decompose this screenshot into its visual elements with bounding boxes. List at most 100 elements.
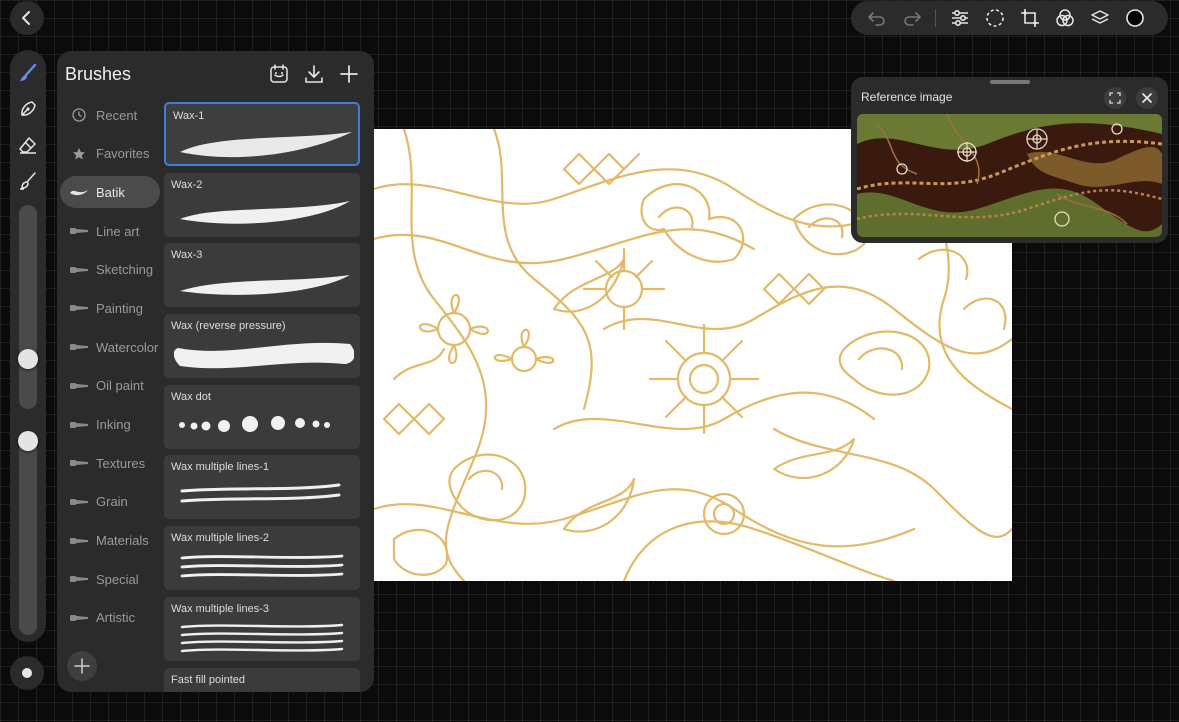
blend-circles-icon	[1055, 9, 1074, 27]
category-label: Sketching	[96, 262, 154, 278]
category-batik[interactable]: Batik	[60, 176, 160, 209]
expand-reference-button[interactable]	[1104, 87, 1126, 109]
category-oil-paint[interactable]: Oil paint	[60, 370, 160, 402]
brush-stroke-preview	[179, 415, 330, 432]
category-label: Batik	[96, 184, 125, 200]
category-label: Textures	[96, 455, 146, 471]
fill-brush-tool[interactable]	[14, 167, 42, 195]
lasso-select-icon	[985, 9, 1004, 27]
category-watercolor[interactable]: Watercolor	[60, 331, 160, 363]
category-label: Painting	[96, 300, 143, 316]
category-label: Materials	[96, 533, 149, 549]
redo-button[interactable]	[894, 1, 929, 35]
sliders-icon	[951, 9, 968, 27]
category-label: Special	[96, 571, 139, 587]
plus-icon	[339, 65, 358, 83]
category-label: Watercolor	[96, 339, 159, 355]
brush-item[interactable]: Wax multiple lines-2	[164, 526, 360, 591]
category-label: Artistic	[96, 610, 135, 626]
brush-size-slider[interactable]	[19, 205, 37, 409]
crop-transform-icon	[1020, 9, 1039, 27]
close-reference-button[interactable]	[1136, 87, 1158, 109]
category-label: Line art	[96, 223, 140, 239]
brush-name: Wax multiple lines-2	[171, 532, 270, 545]
reference-image[interactable]	[857, 114, 1162, 237]
paint-brush-icon	[68, 301, 90, 315]
brush-stroke-preview	[180, 200, 350, 224]
brush-name: Wax dot	[171, 390, 211, 403]
brushes-panel: Brushes Recent Favorites Batik Line art Sket…	[57, 51, 374, 692]
brush-stroke-preview	[180, 483, 341, 503]
import-brush-button[interactable]	[296, 61, 331, 87]
oil-brush-icon	[68, 379, 90, 393]
paintbrush-icon	[20, 172, 36, 190]
category-favorites[interactable]: Favorites	[60, 138, 160, 170]
brush-item[interactable]: Wax (reverse pressure)	[164, 314, 360, 379]
eyedropper-button[interactable]	[10, 656, 44, 690]
panel-actions	[261, 61, 366, 87]
brush-stroke-preview	[180, 554, 344, 578]
texture-brush-icon	[68, 456, 90, 470]
material-brush-icon	[68, 534, 90, 548]
eraser-icon	[19, 137, 36, 154]
brush-item[interactable]: Wax-1	[164, 102, 360, 166]
category-line-art[interactable]: Line art	[60, 215, 160, 247]
toolbar-divider	[935, 9, 936, 27]
blend-button[interactable]	[1047, 1, 1082, 35]
category-painting[interactable]: Painting	[60, 292, 160, 324]
category-sketching[interactable]: Sketching	[60, 254, 160, 286]
reference-title: Reference image	[861, 90, 953, 104]
selection-button[interactable]	[977, 1, 1012, 35]
brush-item[interactable]: Wax multiple lines-1	[164, 455, 360, 520]
adjustments-button[interactable]	[942, 1, 977, 35]
back-button[interactable]	[10, 1, 44, 35]
wave-brush-icon	[68, 185, 90, 199]
category-special[interactable]: Special	[60, 563, 160, 595]
eraser-tool[interactable]	[14, 131, 42, 159]
category-recent[interactable]: Recent	[60, 99, 160, 131]
brush-stroke-preview	[174, 342, 354, 369]
leaf-brush-icon	[68, 572, 90, 586]
brush-item[interactable]: Wax-3	[164, 243, 360, 308]
tool-rail	[10, 50, 46, 642]
brush-item[interactable]: Wax multiple lines-3	[164, 596, 360, 661]
redo-icon	[903, 12, 921, 26]
drag-handle[interactable]	[990, 80, 1030, 84]
expand-icon	[1109, 92, 1121, 104]
star-icon	[68, 147, 90, 161]
category-list: Recent Favorites Batik Line art Sketching Pai…	[60, 99, 160, 641]
undo-icon	[867, 12, 885, 26]
opacity-slider[interactable]	[19, 431, 37, 635]
add-category-button[interactable]	[67, 651, 97, 681]
category-materials[interactable]: Materials	[60, 525, 160, 557]
layers-button[interactable]	[1082, 1, 1117, 35]
category-label: Grain	[96, 494, 128, 510]
brush-size-thumb[interactable]	[18, 348, 38, 369]
category-artistic[interactable]: Artistic	[60, 602, 160, 634]
dot-icon	[22, 668, 32, 678]
color-swatch-icon	[1125, 9, 1144, 27]
brush-item[interactable]: Fast fill pointed	[164, 667, 360, 692]
opacity-thumb[interactable]	[18, 431, 38, 451]
brush-item[interactable]: Wax-2	[164, 172, 360, 237]
category-grain[interactable]: Grain	[60, 486, 160, 518]
pencil-brush-icon	[68, 263, 90, 277]
brush-name: Wax (reverse pressure)	[171, 320, 286, 333]
brush-library-button[interactable]	[261, 61, 296, 87]
brush-item[interactable]: Wax dot	[164, 384, 360, 449]
brush-stroke-preview	[180, 132, 352, 158]
transform-button[interactable]	[1012, 1, 1047, 35]
download-icon	[304, 65, 323, 83]
category-inking[interactable]: Inking	[60, 409, 160, 441]
chevron-left-icon	[22, 11, 30, 25]
brush-tool[interactable]	[14, 59, 42, 87]
category-textures[interactable]: Textures	[60, 447, 160, 479]
undo-button[interactable]	[859, 1, 894, 35]
plus-icon	[74, 658, 90, 674]
add-brush-button[interactable]	[331, 61, 366, 87]
color-button[interactable]	[1117, 1, 1152, 35]
grain-brush-icon	[68, 495, 90, 509]
watercolor-brush-icon	[68, 340, 90, 354]
smudge-tool[interactable]	[14, 95, 42, 123]
close-icon	[1142, 93, 1152, 103]
